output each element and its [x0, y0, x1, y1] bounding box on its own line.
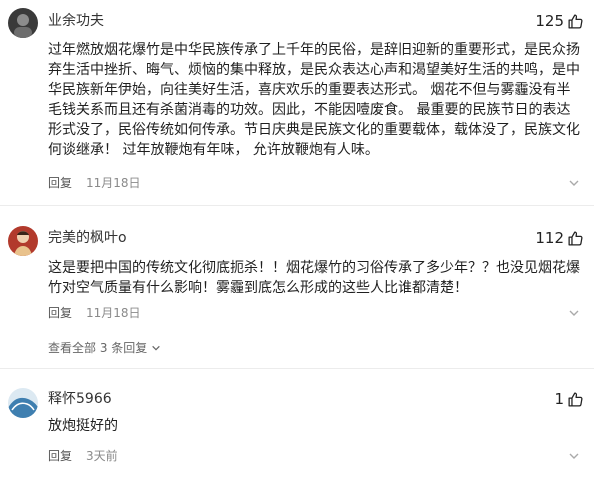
comment-date: 3天前 [86, 449, 118, 463]
username[interactable]: 释怀5966 [48, 390, 112, 408]
comment-text: 放炮挺好的 [48, 418, 118, 434]
like-button[interactable]: 1 [554, 390, 584, 408]
avatar[interactable] [8, 388, 38, 418]
comment-meta: 回复 3天前 [48, 448, 118, 464]
chevron-down-icon[interactable] [568, 450, 580, 462]
like-count: 1 [554, 390, 564, 408]
reply-button[interactable]: 回复 [48, 448, 72, 464]
thumbs-up-icon [568, 391, 583, 407]
comment-item: 释怀5966 1 放炮挺好的 回复 3天前 [0, 0, 594, 480]
